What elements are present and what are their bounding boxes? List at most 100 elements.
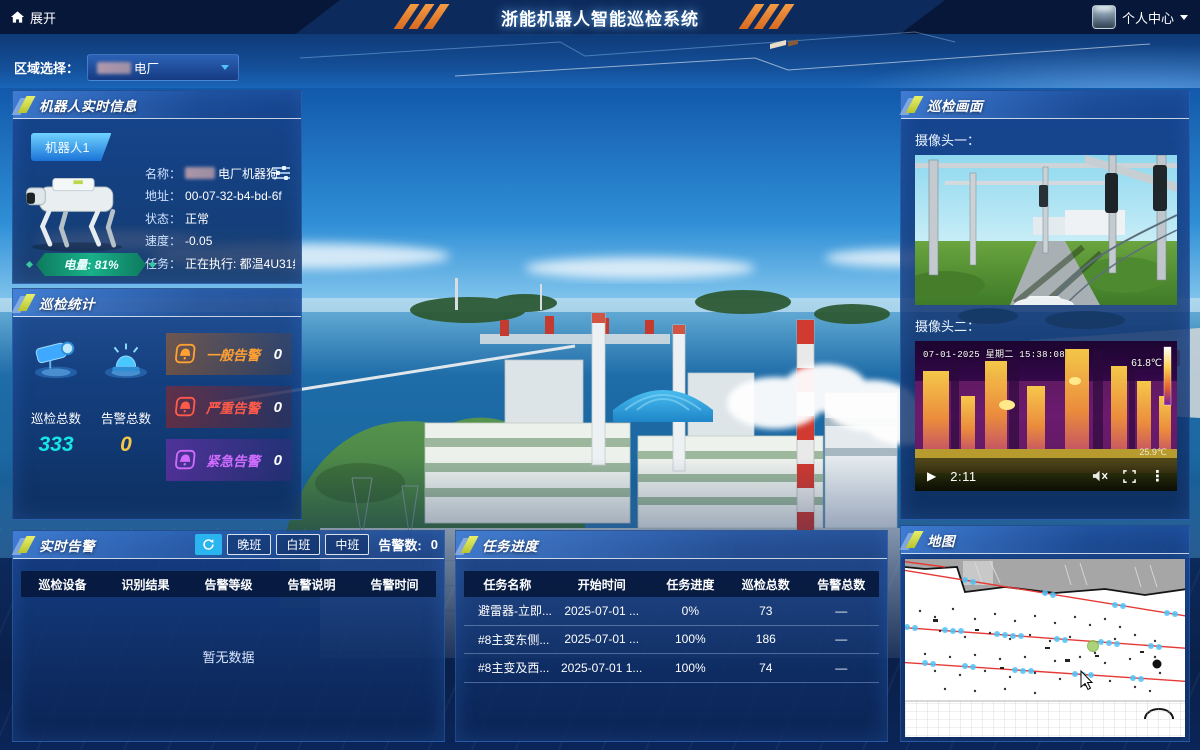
camera-icon bbox=[31, 333, 81, 381]
stat-alerts: 告警总数 0 bbox=[91, 333, 161, 457]
field-speed: 速度：-0.05 bbox=[145, 230, 295, 252]
col-header: 告警总数 bbox=[804, 576, 879, 593]
home-icon bbox=[10, 10, 25, 24]
alarm-banner-severe: 严重告警 0 bbox=[166, 386, 292, 428]
user-menu[interactable]: 个人中心 bbox=[1092, 0, 1188, 34]
stat-value: 333 bbox=[21, 433, 91, 457]
alarm-banner-urgent: 紧急告警 0 bbox=[166, 439, 292, 481]
alarm-bell-icon bbox=[174, 342, 198, 366]
header-slash-icon bbox=[905, 531, 923, 548]
empty-state-text: 暂无数据 bbox=[13, 647, 444, 666]
fullscreen-button[interactable] bbox=[1123, 470, 1136, 483]
col-header: 开始时间 bbox=[551, 576, 653, 593]
alert-count-value: 0 bbox=[431, 537, 438, 552]
avatar bbox=[1092, 5, 1116, 29]
panel-title: 机器人实时信息 bbox=[39, 95, 137, 115]
robot-fields: 名称：电厂机器狗 地址：00-07-32-b4-bd-6f 状态：正常 速度：-… bbox=[145, 163, 295, 275]
dashboard: 展开 浙能机器人智能巡检系统 个人中心 区域选择： 电厂 机器人实时信息 机器人… bbox=[0, 0, 1200, 750]
slam-map bbox=[905, 559, 1185, 737]
field-status: 状态：正常 bbox=[145, 208, 295, 230]
robot-tab[interactable]: 机器人1 bbox=[31, 133, 111, 161]
panel-title: 实时告警 bbox=[39, 535, 95, 555]
panel-title: 任务进度 bbox=[482, 535, 538, 555]
robot-tab-label: 机器人1 bbox=[45, 141, 89, 155]
tasks-table-header: 任务名称 开始时间 任务进度 巡检总数 告警总数 bbox=[464, 571, 879, 597]
alarm-label: 严重告警 bbox=[206, 397, 260, 417]
expand-label: 展开 bbox=[30, 8, 56, 27]
play-button[interactable]: ▶ bbox=[927, 469, 936, 483]
panel-header: 巡检画面 bbox=[901, 91, 1189, 119]
stat-totals: 巡检总数 333 告警总数 0 bbox=[21, 333, 167, 457]
alarm-banner-general: 一般告警 0 bbox=[166, 333, 292, 375]
field-address: 地址：00-07-32-b4-bd-6f bbox=[145, 185, 295, 207]
panel-header: 机器人实时信息 bbox=[13, 91, 301, 119]
camera1-label: 摄像头一： bbox=[915, 130, 1189, 149]
region-select[interactable]: 电厂 bbox=[87, 54, 239, 81]
redacted-text bbox=[97, 62, 131, 74]
video-menu-button[interactable]: ⋮ bbox=[1150, 467, 1165, 485]
robot-dog-image bbox=[19, 163, 141, 255]
refresh-icon bbox=[202, 538, 215, 551]
map-canvas[interactable] bbox=[905, 559, 1185, 737]
inspection-stats-panel: 巡检统计 巡检总数 333 bbox=[12, 288, 302, 520]
thermal-max-temp: 61.8℃ bbox=[1131, 358, 1162, 369]
field-task: 任务：正在执行: 都温4U31线避... bbox=[145, 253, 295, 275]
camera2-feed[interactable]: 07-01-2025 星期二 15:38:08 61.8℃ 25.9℃ ▶ 2:… bbox=[915, 341, 1177, 491]
col-header: 告警等级 bbox=[187, 576, 270, 593]
redacted-text bbox=[185, 167, 215, 179]
shift-button-night[interactable]: 晚班 bbox=[227, 534, 271, 555]
header-glow bbox=[780, 34, 1200, 88]
thermal-datetime-overlay: 07-01-2025 星期二 15:38:08 bbox=[923, 347, 1065, 360]
panel-header: 巡检统计 bbox=[13, 289, 301, 317]
task-row[interactable]: #8主变东侧... 2025-07-01 ... 100% 186 — bbox=[464, 626, 879, 655]
panel-header: 任务进度 bbox=[456, 531, 887, 559]
alarm-banners: 一般告警 0 严重告警 0 紧急告警 0 bbox=[166, 333, 292, 492]
task-progress-panel: 任务进度 任务名称 开始时间 任务进度 巡检总数 告警总数 避雷器-立即... … bbox=[455, 530, 888, 742]
inspection-view-panel: 巡检画面 摄像头一： bbox=[900, 90, 1190, 520]
panel-title: 巡检画面 bbox=[927, 95, 983, 115]
header-slash-icon bbox=[17, 536, 35, 553]
video-controls: ▶ 2:11 ⋮ bbox=[915, 461, 1177, 491]
header-slash-icon bbox=[905, 96, 923, 113]
expand-button[interactable]: 展开 bbox=[10, 0, 56, 34]
stat-label: 巡检总数 bbox=[21, 408, 91, 427]
chevron-down-icon bbox=[1180, 15, 1188, 20]
panel-title: 巡检统计 bbox=[39, 293, 95, 313]
alerts-table-header: 巡检设备 识别结果 告警等级 告警说明 告警时间 bbox=[21, 571, 436, 597]
header-slash-icon bbox=[17, 294, 35, 311]
header-bar: 展开 浙能机器人智能巡检系统 个人中心 bbox=[0, 0, 1200, 34]
alarm-value: 0 bbox=[274, 452, 284, 469]
refresh-button[interactable] bbox=[195, 534, 222, 555]
robot-info-panel: 机器人实时信息 机器人1 bbox=[12, 90, 302, 284]
mute-button[interactable] bbox=[1092, 469, 1109, 483]
panel-header: 实时告警 晚班 白班 中班 告警数: 0 bbox=[13, 531, 444, 559]
battery-badge: 电量: 81% bbox=[27, 253, 155, 276]
task-row[interactable]: 避雷器-立即... 2025-07-01 ... 0% 73 — bbox=[464, 597, 879, 626]
muted-speaker-icon bbox=[1092, 469, 1109, 483]
alarm-bell-icon bbox=[174, 395, 198, 419]
stat-inspections: 巡检总数 333 bbox=[21, 333, 91, 457]
task-row[interactable]: #8主变及西... 2025-07-01 1... 100% 74 — bbox=[464, 654, 879, 683]
alarm-value: 0 bbox=[274, 399, 284, 416]
alert-count-label: 告警数: bbox=[378, 535, 421, 554]
region-label: 区域选择： bbox=[14, 58, 79, 77]
shift-button-middle[interactable]: 中班 bbox=[325, 534, 369, 555]
video-time: 2:11 bbox=[950, 469, 976, 484]
siren-icon bbox=[101, 333, 151, 381]
region-value: 电厂 bbox=[134, 58, 159, 77]
stat-label: 告警总数 bbox=[91, 408, 161, 427]
alarm-bell-icon bbox=[174, 448, 198, 472]
thermal-min-temp: 25.9℃ bbox=[1139, 447, 1167, 458]
stat-value: 0 bbox=[91, 433, 161, 457]
alarm-value: 0 bbox=[274, 346, 284, 363]
camera1-feed[interactable] bbox=[915, 155, 1177, 305]
region-bar: 区域选择： 电厂 bbox=[14, 54, 239, 81]
panel-header: 地图 bbox=[901, 526, 1189, 554]
shift-button-day[interactable]: 白班 bbox=[276, 534, 320, 555]
col-header: 告警说明 bbox=[270, 576, 353, 593]
col-header: 任务进度 bbox=[653, 576, 728, 593]
col-header: 巡检设备 bbox=[21, 576, 104, 593]
camera1-image bbox=[915, 155, 1177, 305]
col-header: 识别结果 bbox=[104, 576, 187, 593]
camera2-label: 摄像头二： bbox=[915, 316, 1189, 335]
